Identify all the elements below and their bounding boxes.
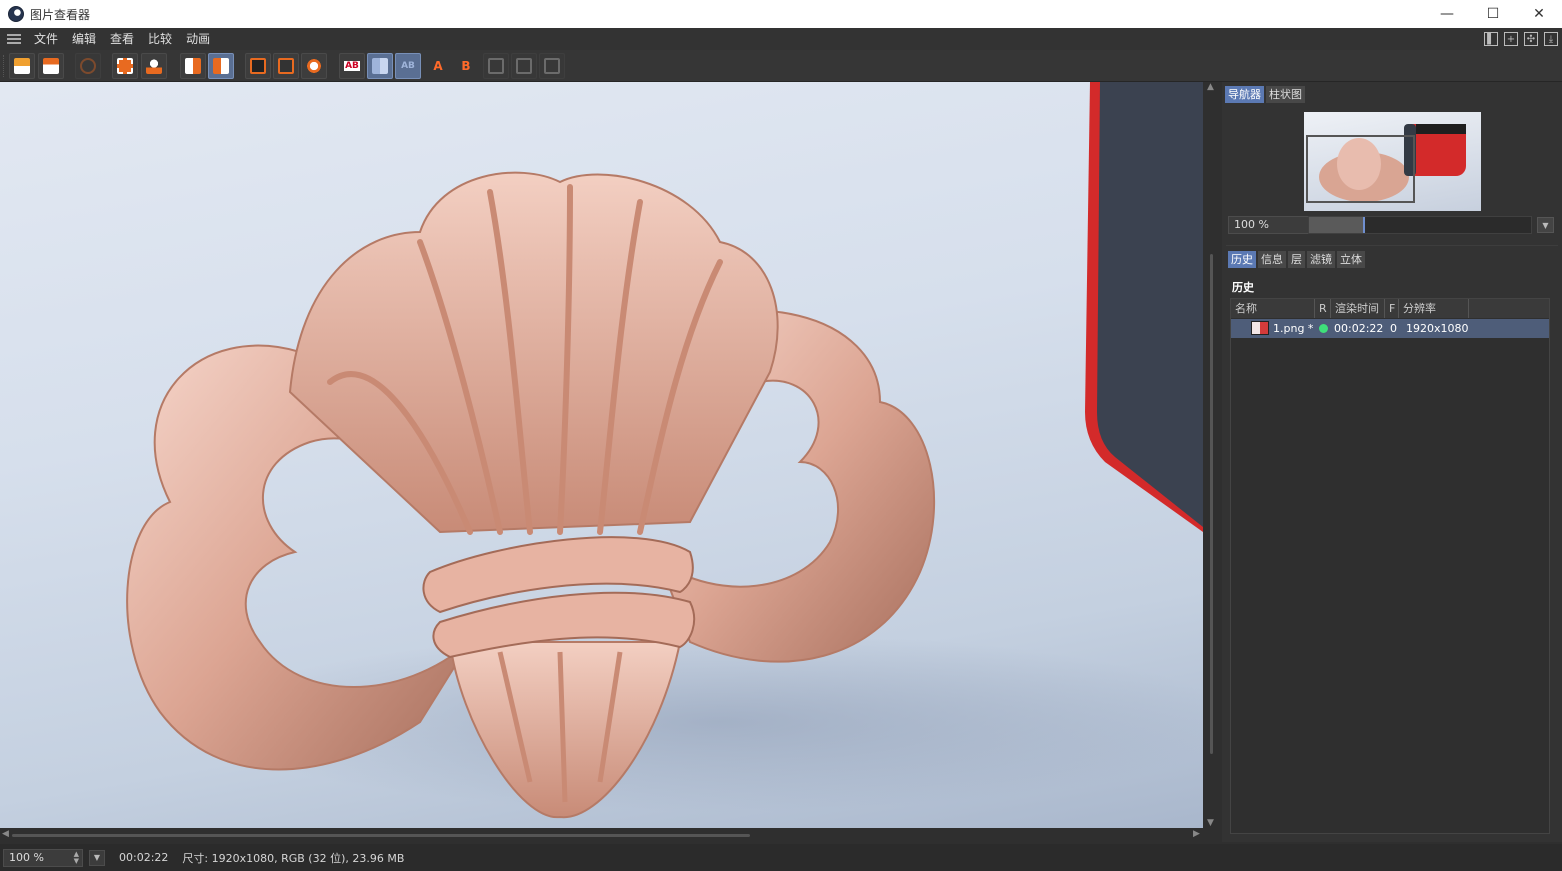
tab-history[interactable]: 历史 xyxy=(1228,251,1256,268)
row-thumbnail xyxy=(1251,321,1269,335)
copy-left-icon[interactable] xyxy=(180,53,206,79)
horizontal-scroll-thumb[interactable] xyxy=(12,834,750,837)
title-bar: 图片查看器 — ☐ ✕ xyxy=(0,0,1562,28)
navigator-view-rect[interactable] xyxy=(1306,135,1415,203)
view-b-icon[interactable] xyxy=(301,53,327,79)
menu-compare[interactable]: 比较 xyxy=(141,28,179,50)
compare-3-icon[interactable] xyxy=(539,53,565,79)
hamburger-menu-icon[interactable] xyxy=(7,34,21,44)
zoom-slider-fill xyxy=(1309,217,1365,233)
set-b-icon[interactable]: B xyxy=(453,53,479,79)
close-button[interactable]: ✕ xyxy=(1516,0,1562,28)
vertical-scrollbar[interactable]: ▲ ▼ xyxy=(1203,82,1221,828)
col-resolution[interactable]: 分辨率 xyxy=(1399,299,1469,318)
col-frame[interactable]: F xyxy=(1385,299,1399,318)
scroll-right-icon[interactable]: ▶ xyxy=(1193,829,1200,839)
maximize-button[interactable]: ☐ xyxy=(1470,0,1516,28)
scroll-up-icon[interactable]: ▲ xyxy=(1207,82,1214,92)
tab-info[interactable]: 信息 xyxy=(1258,251,1286,268)
layout-icons: ▌ + ✣ ⤓ xyxy=(1484,28,1558,50)
render-status-icon xyxy=(1319,324,1328,333)
history-section-title: 历史 xyxy=(1232,281,1254,294)
save-file-icon[interactable] xyxy=(38,53,64,79)
menu-file[interactable]: 文件 xyxy=(27,28,65,50)
navigator-zoom-slider[interactable] xyxy=(1308,216,1532,234)
set-a-icon[interactable]: A xyxy=(425,53,451,79)
scroll-left-icon[interactable]: ◀ xyxy=(2,829,9,839)
stop-icon[interactable] xyxy=(75,53,101,79)
horizontal-scrollbar[interactable]: ◀ ▶ xyxy=(0,828,1221,842)
app-logo-icon xyxy=(8,6,24,22)
view-single-icon[interactable] xyxy=(245,53,271,79)
history-table: 名称 R 渲染时间 F 分辨率 1.png * 00:02:22 0 1920x… xyxy=(1230,298,1550,834)
stamp-icon[interactable] xyxy=(141,53,167,79)
tab-navigator[interactable]: 导航器 xyxy=(1225,86,1264,103)
split-icon[interactable] xyxy=(367,53,393,79)
window-controls: — ☐ ✕ xyxy=(1424,0,1562,28)
history-tabs: 历史 信息 层 滤镜 立体 xyxy=(1228,251,1365,268)
col-r[interactable]: R xyxy=(1315,299,1331,318)
row-render-time: 00:02:22 xyxy=(1334,322,1384,335)
move-icon[interactable]: ✣ xyxy=(1524,32,1538,46)
menu-view[interactable]: 查看 xyxy=(103,28,141,50)
toolbar: AB AB A B xyxy=(0,50,1562,82)
tab-stereo[interactable]: 立体 xyxy=(1337,251,1365,268)
crop-icon[interactable] xyxy=(112,53,138,79)
window-title: 图片查看器 xyxy=(30,7,91,22)
tab-filter[interactable]: 滤镜 xyxy=(1307,251,1335,268)
rendered-image xyxy=(126,82,1203,819)
compare-1-icon[interactable] xyxy=(483,53,509,79)
navigator-dropdown-icon[interactable]: ▼ xyxy=(1537,217,1554,233)
compare-2-icon[interactable] xyxy=(511,53,537,79)
zoom-dropdown-icon[interactable]: ▼ xyxy=(89,849,105,866)
ab-icon[interactable]: AB xyxy=(339,53,365,79)
row-frame: 0 xyxy=(1390,322,1397,335)
side-panel: 导航器 柱状图 100 % ▲▼ ▼ 历史 信息 层 滤镜 立体 历史 名称 R… xyxy=(1222,82,1562,842)
new-window-icon[interactable]: + xyxy=(1504,32,1518,46)
panel-toggle-icon[interactable]: ▌ xyxy=(1484,32,1498,46)
history-table-header: 名称 R 渲染时间 F 分辨率 xyxy=(1231,299,1549,318)
zoom-field[interactable]: 100 % ▲ ▼ xyxy=(3,848,83,867)
panel-divider xyxy=(1226,245,1558,246)
col-render-time[interactable]: 渲染时间 xyxy=(1331,299,1385,318)
minimize-button[interactable]: — xyxy=(1424,0,1470,28)
dock-icon[interactable]: ⤓ xyxy=(1544,32,1558,46)
tab-layers[interactable]: 层 xyxy=(1288,251,1305,268)
ab-overlay-icon[interactable]: AB xyxy=(395,53,421,79)
view-a-icon[interactable] xyxy=(273,53,299,79)
col-name[interactable]: 名称 xyxy=(1231,299,1315,318)
menu-animation[interactable]: 动画 xyxy=(179,28,217,50)
row-name: 1.png * xyxy=(1273,322,1314,335)
open-file-icon[interactable] xyxy=(9,53,35,79)
table-row[interactable]: 1.png * 00:02:22 0 1920x1080 xyxy=(1231,319,1549,338)
tab-histogram[interactable]: 柱状图 xyxy=(1266,86,1305,103)
vertical-scroll-thumb[interactable] xyxy=(1210,254,1213,754)
status-image-info: 尺寸: 1920x1080, RGB (32 位), 23.96 MB xyxy=(182,851,405,865)
menu-bar: 文件 编辑 查看 比较 动画 ▌ + ✣ ⤓ xyxy=(0,28,1562,50)
navigator-tabs: 导航器 柱状图 xyxy=(1225,86,1305,103)
copy-right-icon[interactable] xyxy=(208,53,234,79)
scroll-down-icon[interactable]: ▼ xyxy=(1207,818,1214,828)
status-render-time: 00:02:22 xyxy=(119,851,169,864)
status-bar: 100 % ▲ ▼ ▼ 00:02:22 尺寸: 1920x1080, RGB (… xyxy=(0,844,1562,871)
image-viewport[interactable] xyxy=(0,82,1203,828)
menu-edit[interactable]: 编辑 xyxy=(65,28,103,50)
navigator-thumbnail[interactable] xyxy=(1304,112,1481,211)
row-resolution: 1920x1080 xyxy=(1406,322,1469,335)
